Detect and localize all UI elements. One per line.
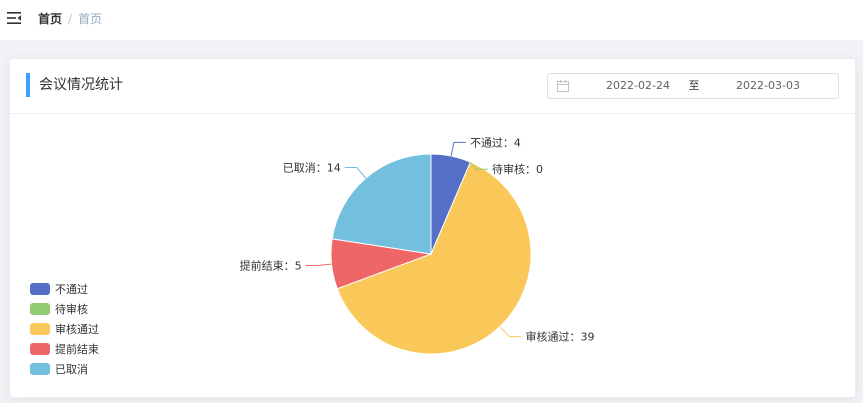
pie-label-line-3 xyxy=(305,263,332,267)
meeting-status-pie-chart: 不通过：4 待审核：0 审核通过：39 提前结束：5 已取消：14 不通过待审核审核通过提… xyxy=(30,136,595,376)
meeting-stats-card: 会议情况统计 2022-02-24 至 2022-03-03 不通过：4 待审核：… xyxy=(9,58,856,398)
pie-label-0: 不通过：4 xyxy=(470,136,521,149)
legend-item-4[interactable]: 已取消 xyxy=(30,362,88,376)
legend-item-3[interactable]: 提前结束 xyxy=(30,342,99,356)
pie-label-line-4 xyxy=(344,167,367,179)
legend-label-1: 待审核 xyxy=(55,302,88,316)
pie-slice-4[interactable] xyxy=(331,153,432,255)
legend-swatch-1 xyxy=(30,303,50,315)
top-navbar: 首页 / 首页 xyxy=(0,0,863,40)
legend-label-0: 不通过 xyxy=(55,283,88,296)
pie-label-2: 审核通过：39 xyxy=(526,330,595,344)
breadcrumb-current: 首页 xyxy=(78,12,103,26)
legend-label-2: 审核通过 xyxy=(55,322,99,336)
legend-swatch-4 xyxy=(30,363,50,375)
menu-fold-icon[interactable] xyxy=(7,12,21,24)
pie-label-4: 已取消：14 xyxy=(283,161,341,175)
pie-label-line-0 xyxy=(450,141,466,157)
legend-swatch-2 xyxy=(30,323,50,335)
pie-label-line-2 xyxy=(499,326,522,338)
pie-label-1: 待审核：0 xyxy=(492,162,543,176)
pie-label-3: 提前结束：5 xyxy=(240,259,302,273)
legend-label-3: 提前结束 xyxy=(55,342,99,356)
breadcrumb-separator: / xyxy=(68,12,73,26)
legend-swatch-3 xyxy=(30,343,50,355)
legend-label-4: 已取消 xyxy=(55,362,88,376)
legend-item-1[interactable]: 待审核 xyxy=(30,302,88,316)
breadcrumb: 首页 / 首页 xyxy=(38,11,102,27)
legend-item-2[interactable]: 审核通过 xyxy=(30,322,99,336)
legend-item-0[interactable]: 不通过 xyxy=(30,283,88,296)
legend-swatch-0 xyxy=(30,283,50,295)
breadcrumb-home[interactable]: 首页 xyxy=(38,12,62,26)
